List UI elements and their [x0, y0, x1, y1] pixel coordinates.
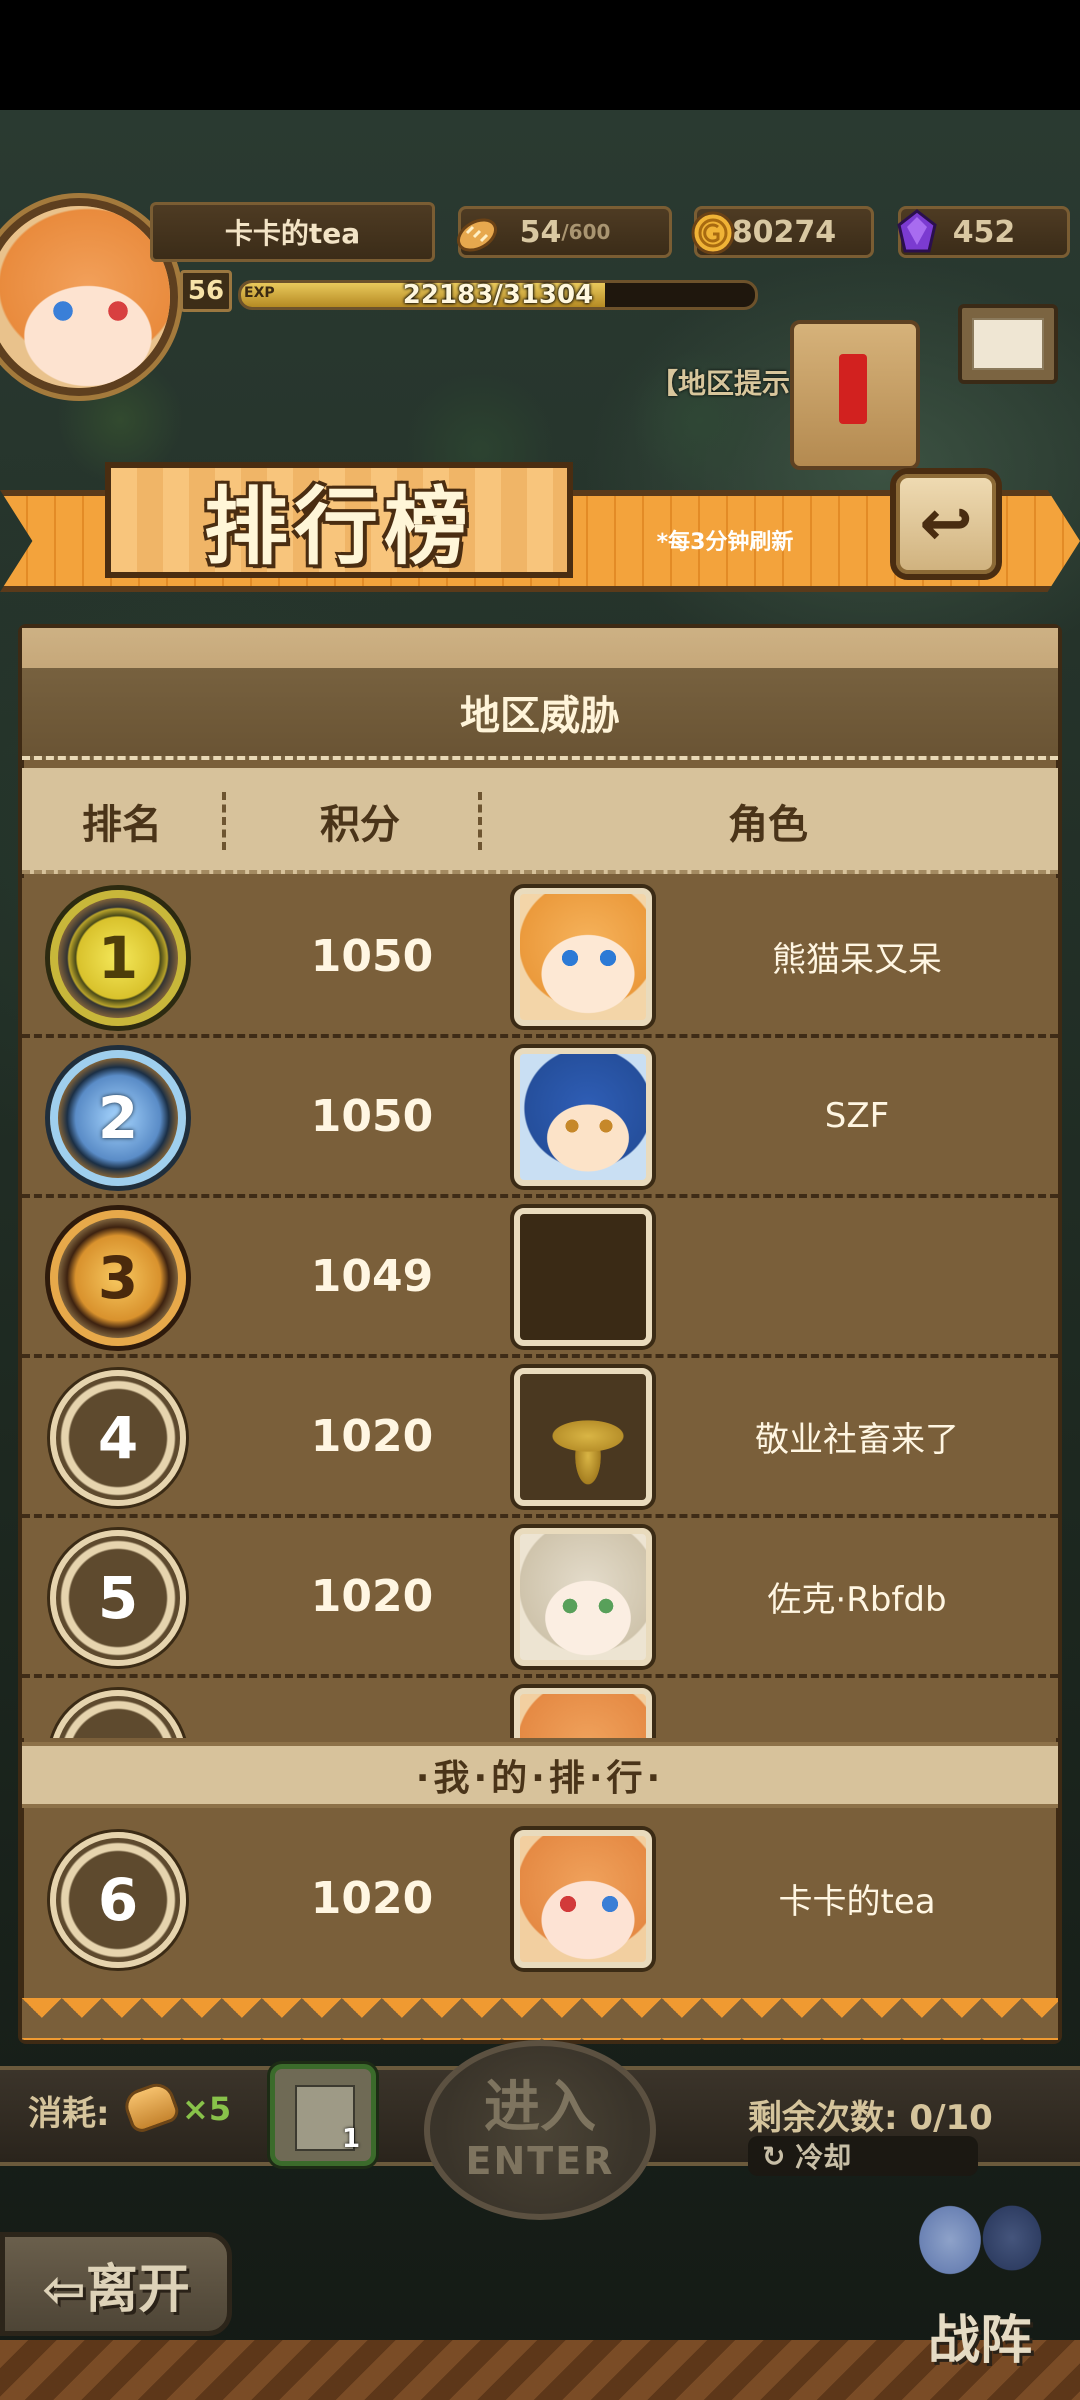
remaining-attempts: 剩余次数: 0/10 — [748, 2098, 993, 2138]
enter-button[interactable]: 进入 ENTER — [424, 2040, 656, 2220]
panel-zigzag-border — [22, 1998, 1058, 2040]
ranking-list[interactable]: 1 1050 熊猫呆又呆 2 1050 SZF 3 1049 4 1020 敬业… — [22, 878, 1058, 1738]
score-value: 1050 — [310, 930, 434, 982]
lineup-button[interactable]: 战阵 — [880, 2190, 1070, 2380]
region-hint-text: 【地区提示 — [650, 367, 791, 400]
score-value: 1049 — [310, 1250, 434, 1302]
my-rank-divider: ·我·的·排·行· — [22, 1742, 1058, 1808]
ranking-row[interactable]: 2 1050 SZF — [22, 1038, 1058, 1198]
cost-count: ×5 — [182, 2090, 232, 2128]
mail-icon[interactable] — [958, 304, 1058, 384]
ranking-row[interactable]: 4 1020 敬业社畜来了 — [22, 1358, 1058, 1518]
score-value: 1020 — [310, 1570, 434, 1622]
ranking-row[interactable]: 5 1020 佐克·Rbfdb — [22, 1518, 1058, 1678]
score-value: 1050 — [310, 1090, 434, 1142]
column-header: 排名 积分 角色 — [22, 768, 1058, 874]
leave-button[interactable]: ⇦离开 — [0, 2232, 232, 2336]
rank-badge-icon: 6 — [50, 1832, 186, 1968]
silver-medal-icon: 2 — [50, 1050, 186, 1186]
gem-counter[interactable]: 452 — [897, 206, 1070, 258]
bread-icon — [457, 218, 497, 252]
player-name: 敬业社畜来了 — [755, 1419, 959, 1460]
back-button[interactable]: ↩ — [890, 468, 1002, 580]
my-portrait[interactable] — [514, 1830, 652, 1968]
gem-value: 452 — [952, 214, 1016, 250]
quest-scroll-icon[interactable] — [790, 320, 920, 470]
gold-counter[interactable]: 80274 — [691, 206, 874, 258]
orange-hair-girl-portrait[interactable] — [514, 888, 652, 1026]
ranking-row[interactable]: 6 1020 卡卡的tea — [22, 1820, 1058, 1980]
gold-value: 80274 — [731, 214, 837, 250]
exp-value: 22183/31304 — [402, 280, 594, 310]
column-score: 积分 — [320, 802, 400, 848]
player-name: 卡卡的tea — [778, 1881, 936, 1922]
ranking-row-partial[interactable] — [22, 1678, 1058, 1738]
player-name: 卡卡的tea — [150, 202, 435, 262]
map-item-count: 1 — [342, 2124, 361, 2154]
status-bar — [0, 0, 1080, 110]
purple-gem-icon — [897, 209, 937, 253]
cooldown-label: 冷却 — [795, 2141, 852, 2174]
bronze-medal-icon: 3 — [50, 1210, 186, 1346]
gold-eagle-emblem-portrait[interactable] — [514, 1368, 652, 1506]
score-value: 1020 — [310, 1872, 434, 1924]
back-arrow-icon: ↩ — [919, 487, 973, 561]
map-scroll-icon[interactable] — [270, 2064, 376, 2166]
refresh-note: *每3分钟刷新 — [656, 530, 794, 555]
cost-label: 消耗: — [28, 2094, 110, 2134]
column-rank: 排名 — [82, 802, 162, 848]
lineup-characters-icon — [900, 2190, 1060, 2300]
empty-portrait[interactable] — [514, 1208, 652, 1346]
blue-cat-boy-portrait[interactable] — [514, 1048, 652, 1186]
ranking-row[interactable]: 1 1050 熊猫呆又呆 — [22, 878, 1058, 1038]
player-level-badge: 56 — [180, 270, 232, 312]
stamina-current: 54 — [519, 214, 562, 250]
gold-medal-icon: 1 — [50, 890, 186, 1026]
partial-portrait[interactable] — [514, 1688, 652, 1738]
player-name: SZF — [824, 1096, 890, 1136]
player-name — [672, 1198, 1042, 1354]
stamina-max: /600 — [561, 220, 611, 244]
enter-label-en: ENTER — [465, 2139, 615, 2183]
ranking-row[interactable]: 3 1049 — [22, 1198, 1058, 1358]
cooldown-button[interactable]: ↻ 冷却 — [748, 2136, 978, 2176]
page-title: 排行榜 — [105, 462, 573, 578]
gold-coin-icon — [691, 211, 735, 255]
enter-label-cn: 进入 — [484, 2075, 596, 2140]
player-name: 熊猫呆又呆 — [772, 939, 942, 980]
column-character: 角色 — [728, 802, 808, 848]
silver-hair-girl-portrait[interactable] — [514, 1528, 652, 1666]
my-rank-row[interactable]: 6 1020 卡卡的tea — [22, 1820, 1058, 1980]
ranking-category-title: 地区威胁 — [22, 668, 1058, 760]
rank-badge-icon: 4 — [50, 1370, 186, 1506]
stamina-counter[interactable]: 54/600 — [457, 206, 672, 258]
lineup-label: 战阵 — [927, 2310, 1032, 2371]
rank-badge-icon: 5 — [50, 1530, 186, 1666]
refresh-icon: ↻ — [762, 2139, 796, 2173]
score-value: 1020 — [310, 1410, 434, 1462]
rank-badge-icon — [50, 1690, 186, 1738]
player-name: 佐克·Rbfdb — [767, 1579, 947, 1620]
